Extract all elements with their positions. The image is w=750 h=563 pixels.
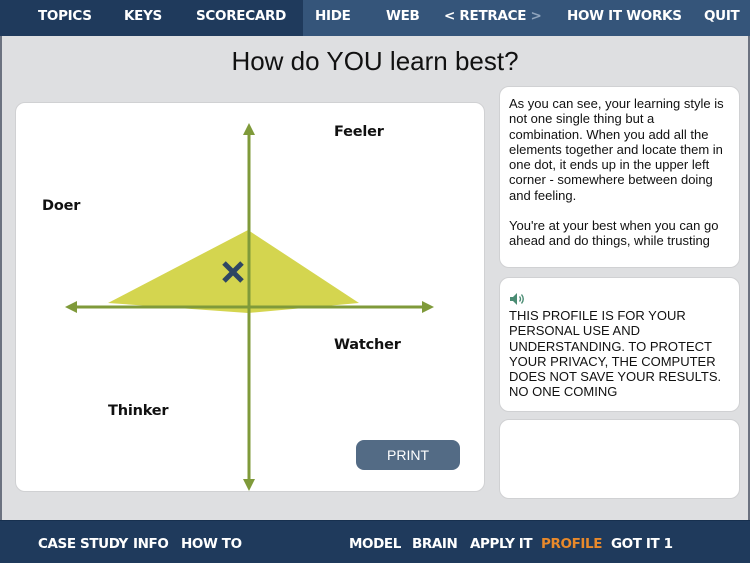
nav-quit[interactable]: QUIT: [704, 0, 740, 36]
retrace-back-icon[interactable]: <: [444, 8, 455, 24]
nav-hide[interactable]: HIDE: [315, 0, 351, 36]
nav-apply-it[interactable]: APPLY IT: [470, 521, 533, 563]
quadrant-label-thinker: Thinker: [108, 403, 169, 419]
nav-how-it-works[interactable]: HOW IT WORKS: [567, 0, 682, 36]
page-title: How do YOU learn best?: [231, 46, 519, 76]
nav-got-it-1[interactable]: GOT IT 1: [611, 521, 673, 563]
top-nav-bar: TOPICS KEYS SCORECARD HIDE WEB < RETRACE…: [0, 0, 750, 36]
learning-style-quadrant-chart: [65, 123, 434, 491]
quadrant-label-doer: Doer: [42, 198, 81, 214]
nav-retrace[interactable]: < RETRACE >: [444, 0, 542, 36]
nav-topics[interactable]: TOPICS: [38, 0, 92, 36]
top-nav-primary: TOPICS KEYS SCORECARD: [0, 0, 303, 36]
axis-arrow-down-icon: [243, 479, 255, 491]
info-paragraph: As you can see, your learning style is n…: [509, 96, 724, 203]
bottom-nav-bar: CASE STUDY INFO HOW TO MODEL BRAIN APPLY…: [0, 520, 750, 563]
nav-keys[interactable]: KEYS: [124, 0, 162, 36]
window-left-border: [0, 36, 2, 520]
nav-scorecard[interactable]: SCORECARD: [196, 0, 286, 36]
nav-web[interactable]: WEB: [386, 0, 420, 36]
privacy-notice-text: THIS PROFILE IS FOR YOUR PERSONAL USE AN…: [509, 308, 722, 400]
learning-style-chart-panel: Feeler Doer Watcher Thinker PRINT: [15, 102, 485, 492]
nav-model[interactable]: MODEL: [349, 521, 401, 563]
nav-brain[interactable]: BRAIN: [412, 521, 458, 563]
speaker-icon[interactable]: [509, 292, 527, 306]
nav-profile[interactable]: PROFILE: [541, 521, 602, 563]
axis-arrow-left-icon: [65, 301, 77, 313]
quadrant-label-feeler: Feeler: [334, 124, 384, 140]
axis-arrow-right-icon: [422, 301, 434, 313]
privacy-card: THIS PROFILE IS FOR YOUR PERSONAL USE AN…: [499, 277, 740, 412]
info-paragraph: You're at your best when you can go ahea…: [509, 218, 719, 249]
empty-card: [499, 419, 740, 499]
nav-case-study[interactable]: CASE STUDY: [38, 521, 128, 563]
nav-how-to[interactable]: HOW TO: [181, 521, 242, 563]
top-nav-secondary: HIDE WEB < RETRACE > HOW IT WORKS QUIT: [303, 0, 750, 36]
print-button[interactable]: PRINT: [356, 440, 460, 470]
retrace-forward-icon[interactable]: >: [531, 8, 542, 24]
axis-arrow-up-icon: [243, 123, 255, 135]
retrace-label: RETRACE: [459, 8, 527, 24]
info-card: As you can see, your learning style is n…: [499, 86, 740, 268]
nav-info[interactable]: INFO: [133, 521, 169, 563]
quadrant-label-watcher: Watcher: [334, 337, 401, 353]
